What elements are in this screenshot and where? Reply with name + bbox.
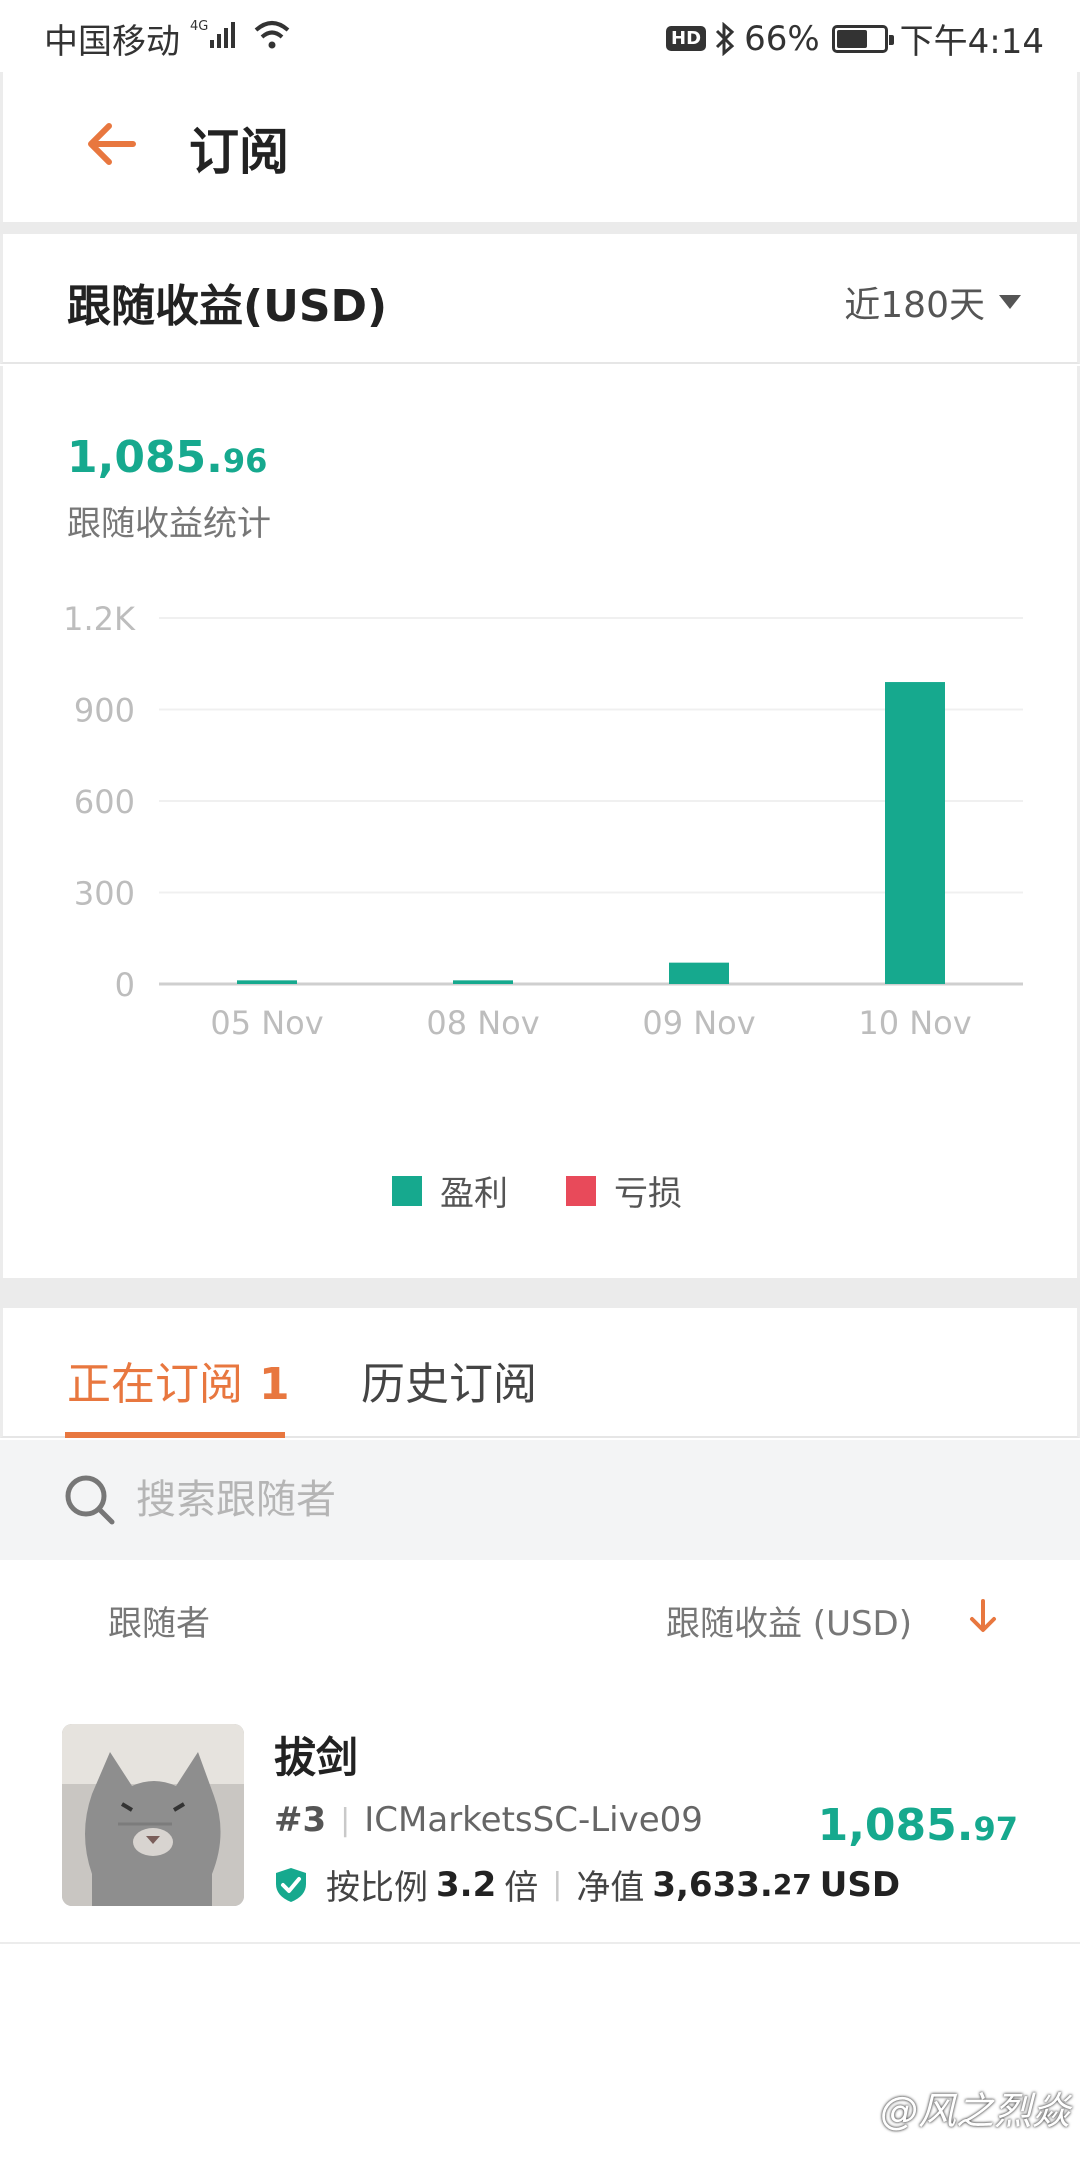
signal-icon: 4G	[190, 16, 294, 60]
follower-row[interactable]: 拔剑 #3 | ICMarketsSC-Live09 1,085.97 按比例 …	[0, 1700, 1080, 1944]
battery-percent: 66%	[744, 18, 820, 59]
follower-meta: #3 | ICMarketsSC-Live09	[274, 1800, 703, 1840]
ratio-value: 3.2	[436, 1864, 497, 1905]
x-tick-label: 10 Nov	[858, 1004, 971, 1042]
search-icon	[65, 1475, 115, 1525]
legend-swatch	[392, 1175, 422, 1206]
bar	[237, 980, 297, 984]
page-title: 订阅	[189, 123, 289, 181]
chart-legend: 盈利 亏损	[392, 1166, 682, 1215]
watermark: @风之烈焱	[879, 2089, 1070, 2133]
ratio-prefix: 按比例	[326, 1868, 428, 1908]
svg-text:4G: 4G	[190, 19, 208, 34]
tab-current-count: 1	[259, 1359, 290, 1410]
earnings-title: 跟随收益(USD)	[67, 281, 388, 332]
separator: |	[340, 1802, 351, 1838]
tab-history[interactable]: 历史订阅	[361, 1348, 537, 1412]
earnings-total-dec: 96	[222, 442, 268, 480]
follower-earnings: 1,085.97	[818, 1800, 1018, 1851]
legend-label: 盈利	[440, 1174, 508, 1214]
y-tick-label: 600	[74, 783, 135, 821]
hd-badge: HD	[666, 26, 707, 51]
tab-history-label: 历史订阅	[361, 1359, 537, 1410]
tab-current[interactable]: 正在订阅 1	[67, 1348, 290, 1412]
clock: 下午4:14	[899, 22, 1044, 62]
arrow-left-icon[interactable]	[83, 116, 139, 172]
app-header: 订阅	[0, 72, 1080, 222]
earnings-total-int: 1,085.	[67, 432, 223, 483]
ratio-suffix: 倍	[504, 1868, 539, 1908]
search-input[interactable]	[136, 1464, 996, 1536]
follower-server: ICMarketsSC-Live09	[364, 1800, 703, 1840]
earnings-header: 跟随收益(USD) 近180天	[0, 234, 1080, 364]
search-bar	[0, 1440, 1080, 1560]
status-bar: 中国移动 4G HD 66% 下午4:14	[0, 0, 1080, 72]
wifi-icon	[254, 21, 290, 49]
range-dropdown[interactable]: 近180天	[844, 276, 1021, 328]
tab-current-label: 正在订阅	[67, 1359, 243, 1410]
follower-earnings-dec: 97	[973, 1810, 1018, 1848]
separator: |	[552, 1867, 563, 1902]
bar	[885, 682, 945, 984]
bar	[669, 962, 729, 984]
carrier-name: 中国移动	[44, 22, 180, 62]
divider	[0, 222, 1080, 234]
battery-icon	[831, 24, 894, 53]
y-tick-label: 0	[115, 966, 135, 1004]
legend-label: 亏损	[614, 1174, 682, 1214]
follower-name: 拔剑	[274, 1733, 359, 1782]
follower-rank: #3	[274, 1800, 327, 1840]
x-tick-label: 05 Nov	[210, 1004, 323, 1042]
active-tab-indicator	[65, 1432, 285, 1438]
range-label: 近180天	[844, 285, 985, 326]
shield-check-icon	[276, 1867, 306, 1902]
legend-swatch	[566, 1175, 596, 1206]
earnings-card: 1,085.96 跟随收益统计 0 300 600 900 1.2K 05 Nov 08 N…	[0, 366, 1080, 1278]
equity-unit: USD	[819, 1864, 901, 1905]
bar	[453, 980, 513, 984]
caret-down-icon	[999, 295, 1021, 309]
equity-int: 3,633.	[652, 1864, 773, 1905]
legend-item: 亏损	[566, 1166, 682, 1215]
status-right: HD 66% 下午4:14	[666, 14, 1044, 63]
sort-arrow-down-icon[interactable]	[968, 1598, 998, 1634]
avatar	[62, 1724, 244, 1906]
legend-item: 盈利	[392, 1166, 508, 1215]
y-tick-label: 1.2K	[63, 600, 136, 638]
follower-earnings-int: 1,085.	[817, 1800, 974, 1851]
x-tick-label: 08 Nov	[426, 1004, 539, 1042]
column-earnings[interactable]: 跟随收益 (USD)	[666, 1596, 912, 1645]
y-tick-label: 300	[74, 875, 135, 913]
equity-label: 净值	[576, 1868, 645, 1908]
follower-detail: 按比例 3.2 倍 | 净值 3,633. 27 USD	[274, 1860, 900, 1909]
earnings-total-label: 跟随收益统计	[67, 504, 271, 544]
column-headers: 跟随者 跟随收益 (USD)	[0, 1562, 1080, 1672]
subscription-tabs: 正在订阅 1 历史订阅	[0, 1308, 1080, 1438]
x-tick-label: 09 Nov	[642, 1004, 755, 1042]
equity-dec: 27	[772, 1868, 812, 1901]
earnings-total: 1,085.96	[67, 432, 267, 483]
bluetooth-icon	[716, 21, 735, 56]
y-tick-label: 900	[74, 692, 135, 730]
column-follower: 跟随者	[108, 1604, 210, 1644]
divider	[0, 1278, 1080, 1308]
